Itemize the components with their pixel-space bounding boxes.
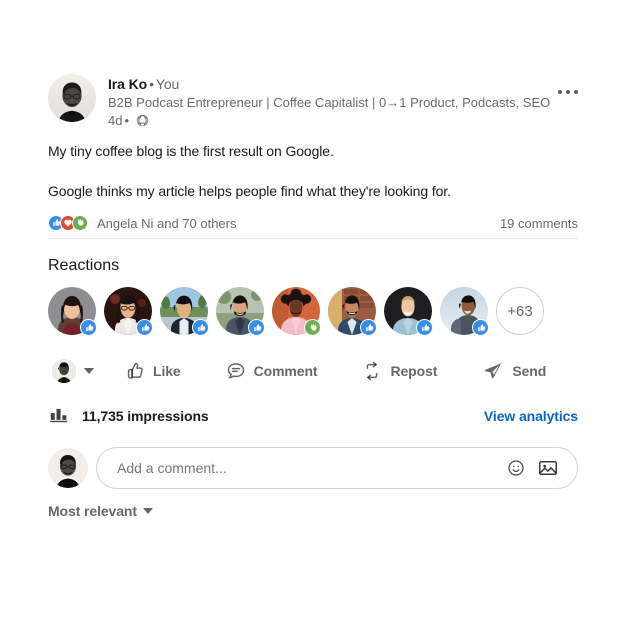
author-name: Ira Ko (108, 76, 148, 92)
chevron-down-icon (84, 368, 94, 374)
send-plane-icon (483, 360, 505, 382)
chevron-down-icon (142, 508, 153, 514)
author-name-line[interactable]: Ira Ko • You (108, 75, 578, 93)
comment-input[interactable] (115, 459, 499, 477)
reactions-summary-text: Angela Ni and 70 others (97, 215, 237, 231)
like-reaction-badge (192, 319, 209, 336)
author-relationship: You (155, 76, 180, 92)
like-reaction-badge (248, 319, 265, 336)
comment-sort-row: Most relevant (48, 503, 578, 519)
reactor-item[interactable] (48, 287, 97, 336)
author-headline: B2B Podcast Entrepreneur | Coffee Capita… (108, 95, 551, 110)
more-options-dot (558, 90, 562, 94)
comment-compose-row (48, 447, 578, 489)
post-paragraph: My tiny coffee blog is the first result … (48, 143, 334, 159)
like-reaction-badge (136, 319, 153, 336)
send-button-label: Send (512, 363, 547, 379)
impressions-stat[interactable]: 11,735 impressions (48, 403, 209, 430)
reactor-item[interactable] (328, 287, 377, 336)
analytics-row: 11,735 impressions View analytics (48, 400, 578, 432)
comment-input-container[interactable] (96, 447, 578, 489)
comment-button[interactable]: Comment (217, 351, 326, 391)
view-analytics-link[interactable]: View analytics (484, 408, 578, 424)
reactor-item[interactable] (272, 287, 321, 336)
author-meta: Ira Ko • You B2B Podcast Entrepreneur | Co… (108, 74, 578, 129)
reactor-item[interactable] (104, 287, 153, 336)
globe-icon (136, 114, 149, 127)
comments-count[interactable]: 19 comments (500, 216, 578, 231)
like-reaction-badge (472, 319, 489, 336)
post-action-bar: Like Comment Repost Send (48, 351, 578, 391)
comment-sort-button[interactable]: Most relevant (48, 503, 153, 519)
like-reaction-badge (416, 319, 433, 336)
repost-icon (361, 360, 383, 382)
meta-separator: • (124, 113, 130, 128)
impressions-text: 11,735 impressions (82, 408, 209, 424)
image-upload-icon[interactable] (533, 453, 563, 483)
repost-button[interactable]: Repost (353, 351, 445, 391)
send-button[interactable]: Send (475, 351, 554, 391)
reactor-item[interactable] (440, 287, 489, 336)
support-reaction-badge (304, 319, 321, 336)
post-paragraph: Google thinks my article helps people fi… (48, 183, 451, 199)
like-button-label: Like (153, 363, 181, 379)
current-user-avatar (52, 359, 76, 383)
like-reaction-badge (360, 319, 377, 336)
reactor-item[interactable] (384, 287, 433, 336)
support-reaction-icon (72, 215, 88, 231)
thumbs-up-icon (124, 360, 146, 382)
like-reaction-badge (80, 319, 97, 336)
comment-button-label: Comment (253, 363, 318, 379)
social-counts-row: Angela Ni and 70 others 19 comments (48, 215, 578, 239)
more-options-dot (574, 90, 578, 94)
post-body: My tiny coffee blog is the first result … (48, 141, 578, 201)
linkedin-post: Ira Ko • You B2B Podcast Entrepreneur | Co… (48, 74, 578, 519)
post-meta: 4d • (108, 112, 578, 129)
post-header: Ira Ko • You B2B Podcast Entrepreneur | Co… (48, 74, 578, 129)
repost-button-label: Repost (390, 363, 438, 379)
post-time: 4d (108, 113, 123, 128)
comment-sort-label: Most relevant (48, 503, 137, 519)
more-options-dot (566, 90, 570, 94)
reactions-section-title: Reactions (48, 257, 120, 274)
reactions-overflow-button[interactable]: +63 (496, 287, 544, 335)
reaction-pill-group (48, 215, 88, 231)
bar-chart-icon (48, 403, 70, 430)
emoji-smiley-icon[interactable] (501, 453, 531, 483)
reactions-summary[interactable]: Angela Ni and 70 others (48, 215, 236, 231)
current-user-avatar[interactable] (48, 448, 88, 488)
author-name-separator: • (149, 76, 154, 92)
reactor-item[interactable] (216, 287, 265, 336)
comment-bubble-icon (225, 360, 247, 382)
like-button[interactable]: Like (116, 351, 189, 391)
reactor-avatar-row: +63 (48, 287, 578, 336)
react-as-selector[interactable] (48, 351, 100, 391)
post-more-options-button[interactable] (552, 76, 584, 108)
author-avatar[interactable] (48, 74, 96, 122)
reactor-item[interactable] (160, 287, 209, 336)
